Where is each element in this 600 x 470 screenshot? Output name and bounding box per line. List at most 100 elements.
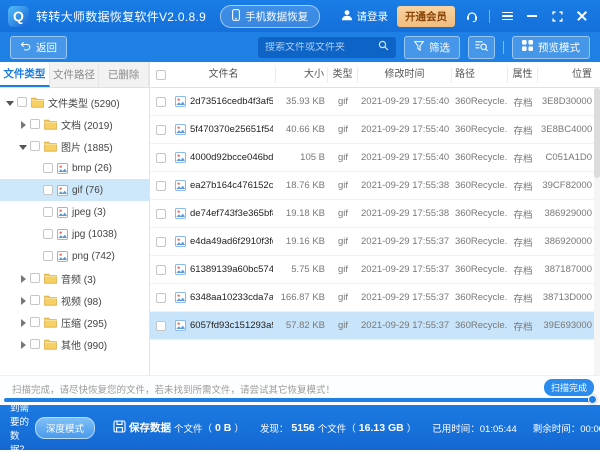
row-checkbox[interactable]: [156, 293, 166, 303]
file-size: 19.18 KB: [276, 208, 328, 219]
row-checkbox[interactable]: [156, 153, 166, 163]
row-checkbox[interactable]: [156, 321, 166, 331]
tree-item[interactable]: gif (76): [0, 179, 149, 201]
menu-icon[interactable]: [499, 8, 515, 24]
row-checkbox[interactable]: [156, 181, 166, 191]
row-checkbox[interactable]: [156, 125, 166, 135]
scrollbar-thumb[interactable]: [594, 88, 600, 178]
tree-checkbox[interactable]: [30, 295, 40, 305]
search-icon[interactable]: [378, 38, 389, 56]
file-attr: 存档: [508, 235, 538, 249]
save-data-label: 保存数据: [129, 420, 171, 435]
save-size-value: 0 B: [215, 422, 231, 434]
row-checkbox[interactable]: [156, 237, 166, 247]
column-modified[interactable]: 修改时间: [358, 67, 452, 83]
tree-checkbox[interactable]: [17, 97, 27, 107]
tree-item[interactable]: 文档 (2019): [0, 113, 149, 135]
column-filename[interactable]: 文件名: [172, 67, 276, 83]
tree-item[interactable]: png (742): [0, 245, 149, 267]
filter-button[interactable]: 筛选: [404, 36, 460, 59]
image-file-icon: [57, 229, 68, 240]
column-type[interactable]: 类型: [328, 67, 358, 83]
file-type: gif: [328, 208, 358, 219]
tree-arrow[interactable]: [19, 297, 26, 304]
tree-arrow[interactable]: [19, 319, 26, 326]
column-size[interactable]: 大小: [276, 67, 328, 83]
preview-mode-button[interactable]: 预览模式: [512, 36, 590, 59]
tree-item[interactable]: 图片 (1885): [0, 135, 149, 157]
tree-arrow[interactable]: [32, 165, 39, 172]
tree-arrow[interactable]: [19, 341, 26, 348]
tree-arrow[interactable]: [32, 253, 39, 260]
table-row[interactable]: 6057fd93c151293a9d9eb32... 57.82 KB gif …: [150, 312, 600, 340]
file-path: 360Recycle...: [452, 180, 508, 191]
tree-arrow[interactable]: [32, 187, 39, 194]
tree-item[interactable]: bmp (26): [0, 157, 149, 179]
tree-checkbox[interactable]: [43, 229, 53, 239]
column-location[interactable]: 位置: [538, 67, 600, 83]
tree-checkbox[interactable]: [43, 163, 53, 173]
tree-checkbox[interactable]: [30, 119, 40, 129]
tree-checkbox[interactable]: [30, 273, 40, 283]
phone-icon: [232, 9, 240, 24]
tree-item[interactable]: jpeg (3): [0, 201, 149, 223]
table-row[interactable]: 4000d92bcce046bdd997eb... 105 B gif 2021…: [150, 144, 600, 172]
maximize-icon[interactable]: [549, 8, 565, 24]
tree-checkbox[interactable]: [30, 141, 40, 151]
select-all-checkbox[interactable]: [156, 70, 166, 80]
search-input[interactable]: [265, 42, 378, 53]
tree-item-label: 图片 (1885): [61, 139, 113, 154]
tree-item-label: 文档 (2019): [61, 117, 113, 132]
tree-checkbox[interactable]: [43, 185, 53, 195]
row-checkbox[interactable]: [156, 265, 166, 275]
tree-item[interactable]: jpg (1038): [0, 223, 149, 245]
list-search-button[interactable]: [468, 36, 495, 59]
tree-item[interactable]: 其他 (990): [0, 333, 149, 355]
tree-arrow[interactable]: [32, 231, 39, 238]
tree-checkbox[interactable]: [30, 339, 40, 349]
tree-arrow[interactable]: [19, 275, 26, 282]
file-name: 6057fd93c151293a9d9eb32...: [190, 320, 273, 331]
column-attr[interactable]: 属性: [508, 67, 538, 83]
column-path[interactable]: 路径: [452, 67, 508, 83]
tree-arrow[interactable]: [19, 121, 26, 128]
back-button[interactable]: 返回: [10, 36, 67, 59]
tab-file-path[interactable]: 文件路径: [50, 62, 100, 87]
table-row[interactable]: ea27b164c476152cd3ccf20... 18.76 KB gif …: [150, 172, 600, 200]
tab-deleted[interactable]: 已删除: [99, 62, 149, 87]
tree-arrow[interactable]: [32, 209, 39, 216]
tree-item-label: 文件类型 (5290): [48, 95, 120, 110]
table-row[interactable]: 61389139a60bc5748fb40b8... 5.75 KB gif 2…: [150, 256, 600, 284]
row-checkbox[interactable]: [156, 209, 166, 219]
customer-service-icon[interactable]: [464, 8, 480, 24]
tree-item[interactable]: 音频 (3): [0, 267, 149, 289]
minimize-icon[interactable]: [524, 8, 540, 24]
app-window: Q 转转大师数据恢复软件V2.0.8.9 手机数据恢复 请登录 开通会员 返回: [0, 0, 600, 450]
tree-checkbox[interactable]: [43, 207, 53, 217]
tree-arrow[interactable]: [6, 99, 13, 106]
tab-file-type[interactable]: 文件类型: [0, 62, 50, 87]
save-data-group[interactable]: 保存数据 个文件（ 0 B ）: [113, 420, 244, 436]
sidebar: 文件类型 文件路径 已删除 文件类型 (5290) 文档 (2019) 图片 (…: [0, 62, 150, 375]
vertical-scrollbar[interactable]: [594, 88, 600, 375]
tree-item[interactable]: 压缩 (295): [0, 311, 149, 333]
tree-checkbox[interactable]: [43, 251, 53, 261]
table-row[interactable]: 5f470370e25651f54601a5a6... 40.66 KB gif…: [150, 116, 600, 144]
table-row[interactable]: 6348aa10233cda7ad047146... 166.87 KB gif…: [150, 284, 600, 312]
tree-arrow[interactable]: [19, 143, 26, 150]
phone-recovery-button[interactable]: 手机数据恢复: [220, 5, 320, 28]
close-icon[interactable]: [574, 8, 590, 24]
table-row[interactable]: de74ef743f3e365bf8fe2ad8... 19.18 KB gif…: [150, 200, 600, 228]
deep-mode-button[interactable]: 深度模式: [35, 417, 95, 439]
tree-item[interactable]: 文件类型 (5290): [0, 91, 149, 113]
tree-item[interactable]: 视频 (98): [0, 289, 149, 311]
table-row[interactable]: 2d73516cedb4f3af5cfff3e5a... 35.93 KB gi…: [150, 88, 600, 116]
vip-button[interactable]: 开通会员: [397, 6, 455, 27]
tree-checkbox[interactable]: [30, 317, 40, 327]
row-checkbox[interactable]: [156, 97, 166, 107]
found-size: 16.13 GB: [359, 422, 404, 434]
table-row[interactable]: e4da49ad6f2910f3fdd4083f... 19.16 KB gif…: [150, 228, 600, 256]
list-search-icon: [475, 40, 488, 55]
login-button[interactable]: 请登录: [341, 9, 389, 24]
file-attr: 存档: [508, 319, 538, 333]
